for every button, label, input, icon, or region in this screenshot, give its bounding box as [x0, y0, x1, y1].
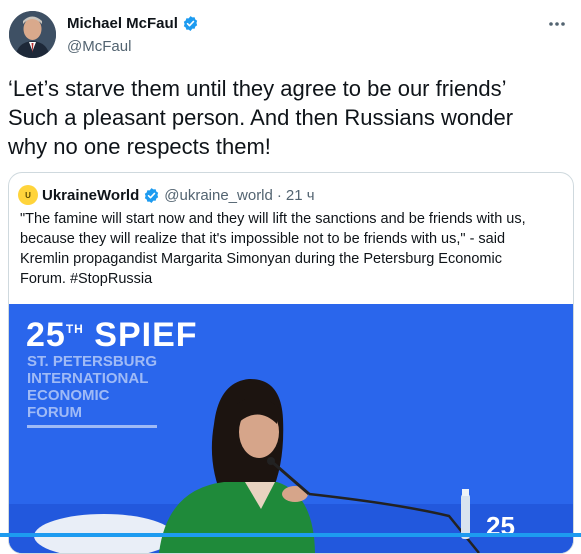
- avatar-portrait: [9, 11, 56, 58]
- author-name-row: Michael McFaul: [67, 14, 199, 33]
- quoted-author-handle[interactable]: @ukraine_world: [164, 187, 273, 204]
- tweet-line: ‘Let’s starve them until they agree to b…: [8, 76, 507, 101]
- author-block: Michael McFaul @McFaul: [67, 14, 199, 56]
- quoted-timestamp[interactable]: 21 ч: [286, 187, 315, 204]
- image-title-word: SPIEF: [94, 316, 198, 354]
- author-name[interactable]: Michael McFaul: [67, 14, 178, 33]
- more-options-button[interactable]: [547, 14, 567, 39]
- quoted-media-image[interactable]: 25TH SPIEF ST. PETERSBURG INTERNATIONAL …: [9, 304, 573, 553]
- quoted-line: because they will realize that it's impo…: [20, 231, 506, 247]
- image-subtitle-line: ST. PETERSBURG: [27, 353, 158, 370]
- image-subtitle-line: FORUM: [27, 404, 82, 421]
- image-title-suffix: TH: [65, 322, 84, 336]
- quoted-tweet-header: U UkraineWorld @ukraine_world · 21 ч: [18, 185, 315, 205]
- quoted-line: "The famine will start now and they will…: [20, 211, 526, 227]
- image-bottom-text: 25: [486, 511, 515, 541]
- more-horizontal-icon: [549, 22, 565, 26]
- quoted-avatar-letter: U: [25, 190, 31, 200]
- image-divider: [27, 425, 157, 428]
- quoted-tweet-card[interactable]: U UkraineWorld @ukraine_world · 21 ч "Th…: [8, 172, 574, 554]
- author-avatar[interactable]: [9, 11, 56, 58]
- quoted-separator: ·: [276, 186, 282, 204]
- verified-badge-icon: [145, 187, 159, 203]
- image-subtitle: ST. PETERSBURG INTERNATIONAL ECONOMIC FO…: [27, 353, 157, 421]
- image-subtitle-line: ECONOMIC: [27, 387, 110, 404]
- quoted-line: Kremlin propagandist Margarita Simonyan …: [20, 251, 502, 267]
- bottom-accent-bar: [0, 533, 581, 537]
- image-title: 25TH SPIEF: [26, 316, 198, 355]
- tweet-text: ‘Let’s starve them until they agree to b…: [8, 74, 568, 161]
- image-subtitle-line: INTERNATIONAL: [27, 370, 149, 387]
- tweet-line: Such a pleasant person. And then Russian…: [8, 105, 514, 130]
- quoted-tweet-text: "The famine will start now and they will…: [20, 209, 568, 289]
- quoted-avatar[interactable]: U: [18, 185, 38, 205]
- quoted-line: Forum. #StopRussia: [20, 271, 153, 287]
- author-handle[interactable]: @McFaul: [67, 37, 199, 56]
- image-title-number: 25: [26, 316, 66, 354]
- quoted-author-name[interactable]: UkraineWorld: [42, 187, 139, 204]
- tweet-line: why no one respects them!: [8, 134, 271, 159]
- verified-badge-icon: [183, 16, 198, 31]
